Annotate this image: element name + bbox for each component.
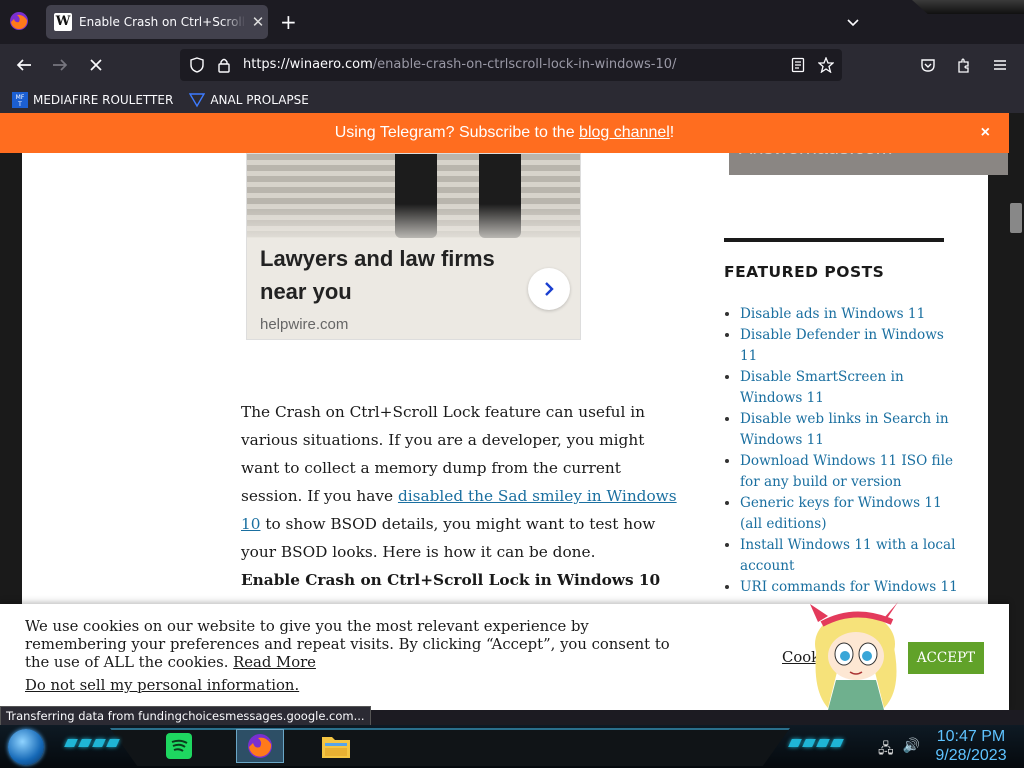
taskbar: 🖧 🔊 10:47 PM 9/28/2023 [0,725,1024,768]
bookmark-mediafire-rouletter[interactable]: MF T MEDIAFIRE ROULETTER [12,91,174,108]
taskbar-light-strip [788,739,844,747]
reader-view-icon[interactable] [790,57,806,73]
mediafire-icon: MFT [12,91,28,108]
forward-icon[interactable] [48,53,72,77]
firefox-taskbar-icon[interactable] [236,729,284,763]
svg-text:T: T [17,101,22,108]
new-tab-icon[interactable]: + [280,10,297,34]
do-not-sell-link[interactable]: Do not sell my personal information [25,677,294,694]
cartoon-mascot-icon [810,602,898,722]
spotify-icon[interactable] [161,729,197,763]
featured-posts-heading: FEATURED POSTS [724,263,885,281]
extensions-icon[interactable] [952,53,976,77]
advertisement[interactable]: Lawyers and law firms near you helpwire.… [246,153,581,340]
bookmark-anal-prolapse[interactable]: ANAL PROLAPSE [189,92,309,108]
ad-title[interactable]: Lawyers and law firms near you [260,242,530,308]
featured-post-link[interactable]: Disable Defender in Windows 11 [740,325,960,367]
scrollbar-thumb[interactable] [1010,203,1022,233]
svg-text:MF: MF [16,94,25,101]
tab-close-icon[interactable]: ✕ [250,13,266,31]
tab-strip: W Enable Crash on Ctrl+Scroll Lock in Wi… [0,0,1024,44]
page-scrollbar[interactable] [1008,113,1024,710]
bookmark-icon [189,92,206,107]
winaero-favicon-icon: W [54,13,72,31]
featured-post-link[interactable]: Disable SmartScreen in Windows 11 [740,367,960,409]
pocket-icon[interactable] [916,53,940,77]
featured-post-link[interactable]: Disable web links in Search in Windows 1… [740,409,960,451]
window-frame-decoration [912,0,1024,14]
article-paragraph: The Crash on Ctrl+Scroll Lock feature ca… [241,403,677,561]
bookmark-label: ANAL PROLAPSE [210,92,309,107]
tab-active[interactable]: W Enable Crash on Ctrl+Scroll Lock in Wi… [46,5,268,39]
address-bar[interactable]: https://winaero.com/enable-crash-on-ctrl… [180,49,842,81]
accept-button[interactable]: ACCEPT [908,642,984,674]
back-icon[interactable] [12,53,36,77]
system-tray: 🖧 🔊 [878,738,920,762]
navigation-toolbar: https://winaero.com/enable-crash-on-ctrl… [0,44,1024,86]
stop-loading-icon[interactable] [84,53,108,77]
file-explorer-icon[interactable] [318,729,354,763]
clock-date: 9/28/2023 [935,747,1007,764]
ad-arrow-icon[interactable] [528,268,570,310]
tracking-protection-shield-icon[interactable] [189,57,205,73]
ad-domain[interactable]: helpwire.com [260,316,348,333]
cookie-dns-line: Do not sell my personal information. [25,677,300,694]
bookmark-label: MEDIAFIRE ROULETTER [33,92,174,107]
blog-channel-link[interactable]: blog channel [579,124,670,142]
bookmarks-toolbar: MF T MEDIAFIRE ROULETTER ANAL PROLAPSE [0,86,1024,113]
read-more-link[interactable]: Read More [233,654,316,671]
taskbar-frame [110,728,790,766]
featured-post-link[interactable]: Disable ads in Windows 11 [740,304,960,325]
article-subheading: Enable Crash on Ctrl+Scroll Lock in Wind… [241,571,661,589]
featured-post-link[interactable]: Generic keys for Windows 11 (all edition… [740,493,960,535]
banner-close-icon[interactable]: × [981,124,990,142]
url-text: https://winaero.com/enable-crash-on-ctrl… [243,57,677,72]
article-body: The Crash on Ctrl+Scroll Lock feature ca… [241,398,686,594]
tab-title: Enable Crash on Ctrl+Scroll Lock in Wind… [79,15,246,29]
list-tabs-chevron-icon[interactable] [845,14,861,30]
telegram-banner: Using Telegram? Subscribe to the blog ch… [0,113,1009,153]
featured-post-link[interactable]: Download Windows 11 ISO file for any bui… [740,451,960,493]
clock-time: 10:47 PM [936,728,1006,745]
start-button[interactable] [8,729,44,765]
banner-text: Using Telegram? Subscribe to the [334,124,575,141]
bookmark-star-icon[interactable] [818,57,834,73]
taskbar-light-strip [64,739,120,747]
lock-icon[interactable] [216,57,232,73]
featured-post-link[interactable]: Install Windows 11 with a local account [740,535,960,577]
network-icon[interactable]: 🖧 [878,738,894,762]
status-tooltip: Transferring data from fundingchoicesmes… [0,706,371,726]
firefox-menu-icon[interactable] [8,10,30,32]
sidebar-divider [724,238,944,242]
system-clock[interactable]: 10:47 PM 9/28/2023 [926,727,1016,765]
app-menu-icon[interactable] [988,53,1012,77]
featured-posts-list: Disable ads in Windows 11 Disable Defend… [740,304,960,619]
banner-text-end: ! [669,124,675,141]
cookie-message: We use cookies on our website to give yo… [25,618,670,671]
volume-icon[interactable]: 🔊 [903,738,920,762]
